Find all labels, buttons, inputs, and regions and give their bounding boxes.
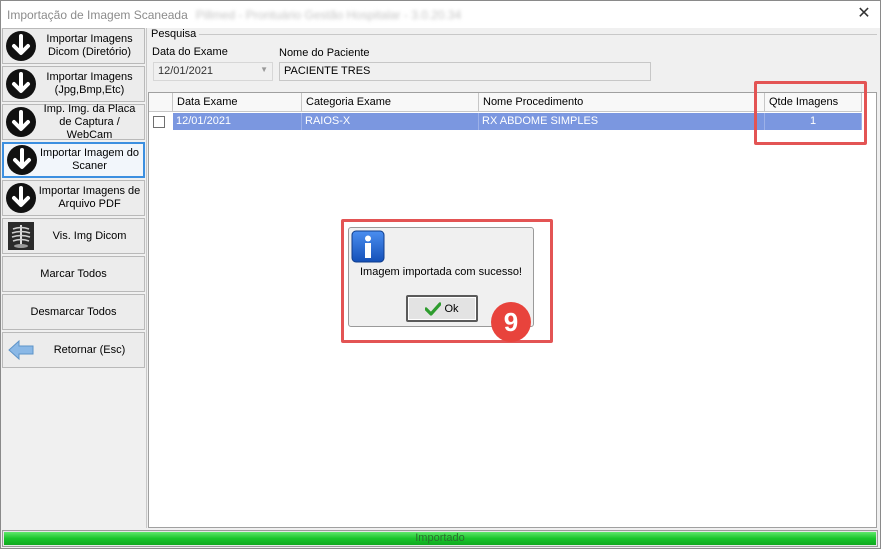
header-exam-date[interactable]: Data Exame [173, 93, 302, 112]
arrow-down-icon [6, 107, 36, 137]
exam-date-label: Data do Exame [152, 46, 228, 58]
status-progress-bar: Importado [2, 530, 878, 547]
import-pdf-button[interactable]: Importar Imagens de Arquivo PDF [2, 180, 145, 216]
exam-date-value: 12/01/2021 [158, 65, 214, 77]
unmark-all-button[interactable]: Desmarcar Todos [2, 294, 145, 330]
header-procedure-name[interactable]: Nome Procedimento [479, 93, 765, 112]
status-text: Importado [415, 532, 465, 544]
return-label: Retornar (Esc) [53, 343, 126, 356]
window-title: Importação de Imagem Scaneada [7, 7, 188, 22]
step-badge: 9 [491, 302, 531, 342]
close-button[interactable]: ✕ [854, 4, 874, 24]
import-scanner-button[interactable]: Importar Imagem do Scaner [2, 142, 145, 178]
ok-button-label: Ok [444, 302, 459, 315]
check-icon [425, 301, 442, 316]
import-images-label: Importar Imagens (Jpg,Bmp,Etc) [46, 71, 133, 96]
view-dicom-label: Vis. Img Dicom [52, 229, 127, 242]
title-bar: Importação de Imagem Scaneada Pillmed - … [1, 1, 880, 28]
mark-all-label: Marcar Todos [40, 267, 107, 280]
info-icon [351, 230, 385, 263]
row-exam-date: 12/01/2021 [173, 113, 302, 130]
patient-name-field[interactable]: PACIENTE TRES [279, 62, 651, 81]
image-count-highlight [754, 81, 867, 145]
exam-date-field[interactable]: 12/01/2021 ▼ [153, 62, 273, 81]
unmark-all-label: Desmarcar Todos [30, 305, 117, 318]
row-procedure-name: RX ABDOME SIMPLES [479, 113, 765, 130]
ok-button[interactable]: Ok [406, 295, 478, 322]
row-exam-category: RAIOS-X [302, 113, 479, 130]
back-arrow-icon [8, 339, 34, 361]
row-checkbox[interactable] [153, 116, 165, 128]
import-images-button[interactable]: Importar Imagens (Jpg,Bmp,Etc) [2, 66, 145, 102]
sidebar: Importar Imagens Dicom (Diretório) Impor… [2, 28, 146, 528]
header-exam-category[interactable]: Categoria Exame [302, 93, 479, 112]
arrow-down-icon [6, 69, 36, 99]
chevron-down-icon[interactable]: ▼ [260, 65, 268, 74]
arrow-down-icon [6, 183, 36, 213]
return-button[interactable]: Retornar (Esc) [2, 332, 145, 368]
import-webcam-label: Imp. Img. da Placa de Captura / WebCam [43, 102, 136, 141]
mark-all-button[interactable]: Marcar Todos [2, 256, 145, 292]
view-dicom-button[interactable]: Vis. Img Dicom [2, 218, 145, 254]
patient-name-value: PACIENTE TRES [284, 65, 371, 77]
header-check-column [149, 93, 173, 112]
search-group-label: Pesquisa [148, 28, 200, 40]
patient-name-label: Nome do Paciente [279, 47, 370, 59]
import-pdf-label: Importar Imagens de Arquivo PDF [38, 185, 141, 210]
xray-icon [8, 222, 34, 250]
window-title-suffix: Pillmed - Prontuário Gestão Hospitalar -… [195, 7, 462, 22]
import-scanner-label: Importar Imagem do Scaner [39, 147, 140, 172]
arrow-down-icon [6, 31, 36, 61]
import-webcam-button[interactable]: Imp. Img. da Placa de Captura / WebCam [2, 102, 145, 141]
arrow-down-icon [7, 145, 37, 175]
import-dicom-button[interactable]: Importar Imagens Dicom (Diretório) [2, 28, 145, 64]
import-dicom-label: Importar Imagens Dicom (Diretório) [46, 33, 133, 58]
dialog-message: Imagem importada com sucesso! [359, 266, 522, 278]
